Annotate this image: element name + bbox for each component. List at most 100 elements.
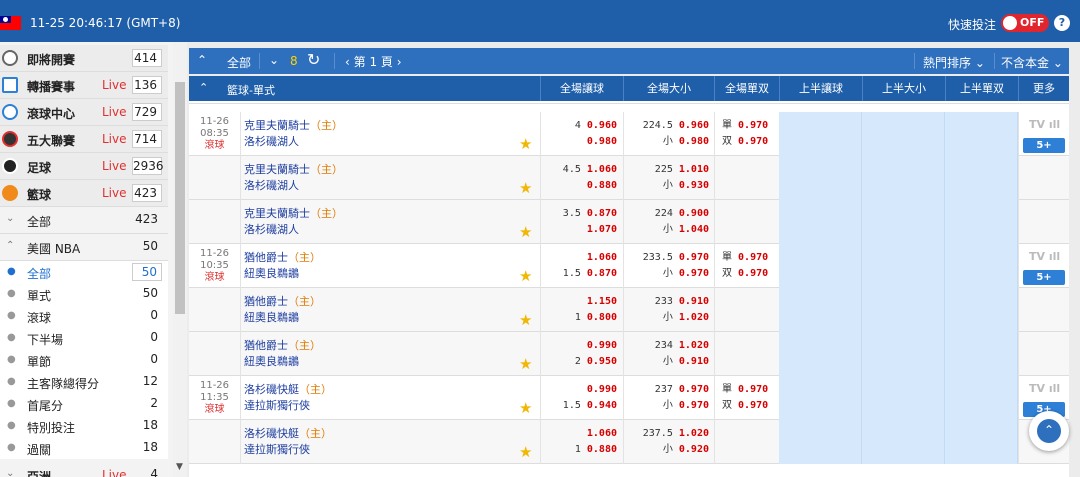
tv-icon[interactable]: TV ıll <box>1029 118 1060 131</box>
sidebar-item-inplay[interactable]: 滾球中心 Live 729 <box>0 99 168 126</box>
handicap-odds[interactable]: 0.990 1.5 0.940 <box>545 382 617 414</box>
first-half-odd-even-cell[interactable] <box>945 376 1018 420</box>
odds-price[interactable]: 1.060 <box>587 164 617 175</box>
odds-price[interactable]: 0.960 <box>679 120 709 131</box>
odds-price[interactable]: 0.950 <box>587 356 617 367</box>
tv-icon[interactable]: TV ıll <box>1029 382 1060 395</box>
favorite-star-icon[interactable]: ★ <box>519 443 532 461</box>
handicap-odds[interactable]: 1.150 1 0.800 <box>545 294 617 326</box>
over-under-odds[interactable]: 234 1.020 小 0.910 <box>629 338 709 370</box>
sort-dropdown[interactable]: 熱門排序 ⌄ <box>923 54 985 71</box>
sidebar-sub-parlay[interactable]: ● 過關 18 <box>0 437 168 459</box>
odds-price[interactable]: 0.910 <box>679 296 709 307</box>
odds-price[interactable]: 0.970 <box>679 268 709 279</box>
help-icon[interactable]: ? <box>1054 15 1070 31</box>
first-half-over-under-cell[interactable] <box>862 420 945 464</box>
odds-price[interactable]: 1.060 <box>587 252 617 263</box>
sidebar-sub-team-total[interactable]: ● 主客隊總得分 12 <box>0 371 168 393</box>
odd-even-odds[interactable]: 單 0.970 双 0.970 <box>722 118 777 150</box>
odds-price[interactable]: 1.070 <box>587 224 617 235</box>
sidebar-item-soccer[interactable]: 足球 Live 2936 <box>0 153 168 180</box>
odds-price[interactable]: 0.970 <box>679 384 709 395</box>
odd-even-odds[interactable]: 單 0.970 双 0.970 <box>722 382 777 414</box>
stake-mode-dropdown[interactable]: 不含本金 ⌄ <box>1001 54 1063 71</box>
first-half-handicap-cell[interactable] <box>779 420 862 464</box>
sidebar-sub-quarter[interactable]: ● 單節 0 <box>0 349 168 371</box>
first-half-handicap-cell[interactable] <box>779 376 862 420</box>
tv-icon[interactable]: TV ıll <box>1029 250 1060 263</box>
odds-price[interactable]: 0.930 <box>679 180 709 191</box>
first-half-over-under-cell[interactable] <box>862 376 945 420</box>
first-half-over-under-cell[interactable] <box>862 156 945 200</box>
pagination[interactable]: ‹ 第 1 頁 › <box>345 53 402 70</box>
sidebar-item-top-leagues[interactable]: 五大聯賽 Live 714 <box>0 126 168 153</box>
first-half-odd-even-cell[interactable] <box>945 420 1018 464</box>
sidebar-sub-inplay[interactable]: ● 滾球 0 <box>0 305 168 327</box>
scrollbar-thumb[interactable] <box>175 82 185 314</box>
first-half-odd-even-cell[interactable] <box>945 112 1018 156</box>
odds-price[interactable]: 0.920 <box>679 444 709 455</box>
odds-price[interactable]: 0.940 <box>587 400 617 411</box>
first-half-over-under-cell[interactable] <box>862 288 945 332</box>
favorite-star-icon[interactable]: ★ <box>519 267 532 285</box>
handicap-odds[interactable]: 3.5 0.870 1.070 <box>545 206 617 238</box>
first-half-over-under-cell[interactable] <box>862 244 945 288</box>
first-half-handicap-cell[interactable] <box>779 200 862 244</box>
favorite-star-icon[interactable]: ★ <box>519 223 532 241</box>
first-half-over-under-cell[interactable] <box>862 200 945 244</box>
odds-price[interactable]: 1.040 <box>679 224 709 235</box>
odds-price[interactable]: 0.990 <box>587 340 617 351</box>
odds-price[interactable]: 0.970 <box>738 268 768 279</box>
refresh-icon[interactable]: ↻ <box>307 50 320 69</box>
odds-price[interactable]: 1.150 <box>587 296 617 307</box>
sidebar-item-upcoming[interactable]: 即將開賽 414 <box>0 45 168 72</box>
handicap-odds[interactable]: 4.5 1.060 0.880 <box>545 162 617 194</box>
collapse-icon[interactable]: ⌃ <box>197 53 207 67</box>
over-under-odds[interactable]: 237.5 1.020 小 0.920 <box>629 426 709 458</box>
favorite-star-icon[interactable]: ★ <box>519 399 532 417</box>
over-under-odds[interactable]: 225 1.010 小 0.930 <box>629 162 709 194</box>
first-half-handicap-cell[interactable] <box>779 288 862 332</box>
odds-price[interactable]: 0.800 <box>587 312 617 323</box>
odds-price[interactable]: 0.970 <box>738 400 768 411</box>
sidebar-item-broadcast[interactable]: 轉播賽事 Live 136 <box>0 72 168 99</box>
odds-price[interactable]: 0.900 <box>679 208 709 219</box>
first-half-odd-even-cell[interactable] <box>945 288 1018 332</box>
handicap-odds[interactable]: 4 0.960 0.980 <box>545 118 617 150</box>
favorite-star-icon[interactable]: ★ <box>519 355 532 373</box>
odds-price[interactable]: 0.870 <box>587 208 617 219</box>
odds-price[interactable]: 0.960 <box>587 120 617 131</box>
chevron-down-icon[interactable]: ⌄ <box>269 53 279 67</box>
sidebar-group-all[interactable]: ⌄ 全部 423 <box>0 207 168 234</box>
first-half-over-under-cell[interactable] <box>862 332 945 376</box>
odds-price[interactable]: 0.970 <box>738 120 768 131</box>
favorite-star-icon[interactable]: ★ <box>519 179 532 197</box>
first-half-handicap-cell[interactable] <box>779 244 862 288</box>
sidebar-item-basketball[interactable]: 籃球 Live 423 <box>0 180 168 207</box>
scroll-top-button[interactable]: ⌃ <box>1029 411 1069 451</box>
odds-price[interactable]: 0.970 <box>738 252 768 263</box>
over-under-odds[interactable]: 233.5 0.970 小 0.970 <box>629 250 709 282</box>
sidebar-sub-first-last[interactable]: ● 首尾分 2 <box>0 393 168 415</box>
odds-price[interactable]: 0.970 <box>738 384 768 395</box>
odds-price[interactable]: 0.970 <box>679 400 709 411</box>
sidebar-scrollbar[interactable]: ▼ <box>173 42 187 477</box>
first-half-handicap-cell[interactable] <box>779 332 862 376</box>
handicap-odds[interactable]: 1.060 1.5 0.870 <box>545 250 617 282</box>
favorite-star-icon[interactable]: ★ <box>519 311 532 329</box>
odds-price[interactable]: 0.910 <box>679 356 709 367</box>
odds-price[interactable]: 0.970 <box>679 252 709 263</box>
odds-price[interactable]: 0.880 <box>587 444 617 455</box>
odds-price[interactable]: 1.020 <box>679 312 709 323</box>
sidebar-group-nba[interactable]: ⌃ 美國 NBA 50 <box>0 234 168 261</box>
first-half-odd-even-cell[interactable] <box>945 200 1018 244</box>
handicap-odds[interactable]: 1.060 1 0.880 <box>545 426 617 458</box>
over-under-odds[interactable]: 237 0.970 小 0.970 <box>629 382 709 414</box>
fast-bet-toggle[interactable]: OFF <box>1001 14 1049 32</box>
odds-price[interactable]: 0.980 <box>679 136 709 147</box>
first-half-odd-even-cell[interactable] <box>945 244 1018 288</box>
scroll-down-icon[interactable]: ▼ <box>176 462 183 472</box>
odds-price[interactable]: 0.880 <box>587 180 617 191</box>
sidebar-sub-special[interactable]: ● 特別投注 18 <box>0 415 168 437</box>
sidebar-sub-second-half[interactable]: ● 下半場 0 <box>0 327 168 349</box>
